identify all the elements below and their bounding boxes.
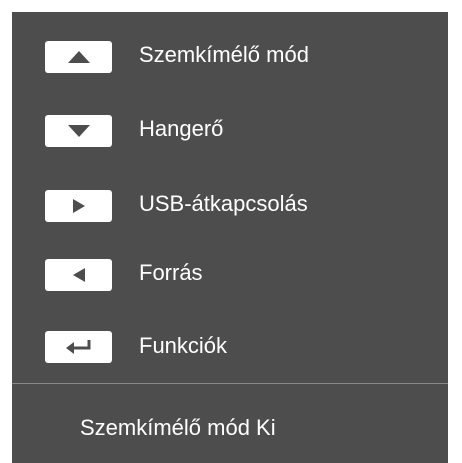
menu-item-label: Funkciók — [139, 333, 228, 358]
menu-item-label: Hangerő — [139, 116, 224, 141]
menu-item-label: Forrás — [139, 260, 203, 285]
menu-item-functions[interactable]: Funkciók — [12, 318, 448, 378]
menu-item-usb-switch[interactable]: USB-átkapcsolás — [12, 177, 448, 237]
divider — [12, 383, 448, 384]
menu-item-label: Szemkímélő mód — [139, 42, 309, 67]
arrow-left-icon — [45, 259, 112, 291]
arrow-down-icon — [45, 115, 112, 147]
arrow-up-icon — [45, 41, 112, 73]
menu-item-label: USB-átkapcsolás — [139, 191, 308, 216]
arrow-right-icon — [45, 190, 112, 222]
eye-saver-status-text: Szemkímélő mód Ki — [80, 415, 276, 440]
osd-menu-panel: Szemkímélő mód Hangerő USB-átkapcsolás F… — [12, 12, 448, 463]
menu-item-volume[interactable]: Hangerő — [12, 103, 448, 163]
menu-item-eye-saver-mode[interactable]: Szemkímélő mód — [12, 28, 448, 88]
menu-item-source[interactable]: Forrás — [12, 246, 448, 306]
enter-return-icon — [45, 331, 112, 363]
